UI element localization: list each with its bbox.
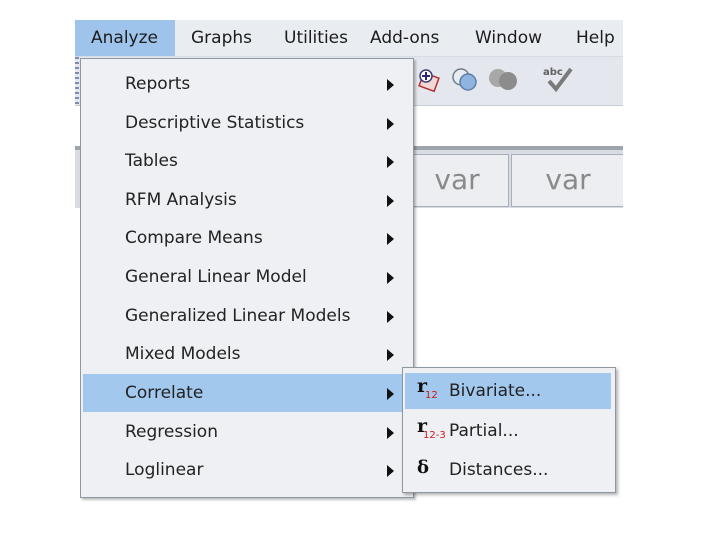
submenu-arrow-icon: [387, 427, 394, 439]
menu-item-label: RFM Analysis: [125, 190, 237, 210]
submenu-arrow-icon: [387, 118, 394, 130]
menu-item-correlate[interactable]: Correlate: [83, 374, 411, 412]
menu-item-regression[interactable]: Regression: [83, 413, 411, 451]
circles-icon[interactable]: [451, 67, 479, 93]
insert-cases-icon[interactable]: [415, 67, 441, 93]
submenu-arrow-icon: [387, 349, 394, 361]
r12-3-icon: r 12-3: [417, 415, 446, 441]
menu-item-label: Descriptive Statistics: [125, 113, 305, 133]
menu-analyze[interactable]: Analyze: [75, 20, 175, 56]
toolbar-grip: [75, 57, 79, 105]
submenu-arrow-icon: [387, 311, 394, 323]
menu-item-loglinear[interactable]: Loglinear: [83, 451, 411, 489]
menu-item-label: Tables: [125, 151, 178, 171]
submenu-arrow-icon: [387, 233, 394, 245]
menu-add-ons[interactable]: Add-ons: [370, 20, 439, 56]
menu-item-compare-means[interactable]: Compare Means: [83, 219, 411, 257]
delta-glyph: δ: [417, 457, 430, 478]
dark-circles-icon[interactable]: [488, 67, 520, 93]
submenu-arrow-icon: [387, 156, 394, 168]
menu-item-label: Mixed Models: [125, 344, 241, 364]
submenu-item-label: Bivariate...: [449, 381, 542, 401]
menu-item-label: Correlate: [125, 383, 204, 403]
menu-item-label: General Linear Model: [125, 267, 307, 287]
submenu-item-distances[interactable]: δ Distances...: [405, 452, 611, 488]
column-header[interactable]: var: [511, 154, 623, 207]
submenu-arrow-icon: [387, 195, 394, 207]
menu-item-rfm-analysis[interactable]: RFM Analysis: [83, 181, 411, 219]
menu-utilities[interactable]: Utilities: [284, 20, 348, 56]
submenu-item-partial[interactable]: r 12-3 Partial...: [405, 413, 611, 449]
spell-check-icon[interactable]: abc: [541, 63, 575, 95]
submenu-item-label: Partial...: [449, 421, 519, 441]
menu-graphs[interactable]: Graphs: [191, 20, 252, 56]
menu-item-label: Compare Means: [125, 228, 263, 248]
menu-item-label: Reports: [125, 74, 191, 94]
correlate-submenu: r 12 Bivariate... r 12-3 Partial... δ Dist…: [402, 367, 616, 493]
icon-subscript: 12: [425, 390, 438, 401]
delta-icon: δ: [413, 456, 447, 484]
submenu-arrow-icon: [387, 388, 394, 400]
submenu-arrow-icon: [387, 465, 394, 477]
r12-icon: r 12: [417, 375, 438, 401]
menu-bar: Analyze Graphs Utilities Add-ons Window …: [75, 20, 623, 57]
menu-item-label: Generalized Linear Models: [125, 306, 351, 326]
menu-item-descriptive-statistics[interactable]: Descriptive Statistics: [83, 104, 411, 142]
menu-window[interactable]: Window: [475, 20, 542, 56]
column-header[interactable]: var: [405, 154, 509, 207]
analyze-dropdown-menu: Reports Descriptive Statistics Tables RF…: [80, 58, 414, 498]
menu-item-label: Regression: [125, 422, 218, 442]
menu-item-reports[interactable]: Reports: [83, 65, 411, 103]
menu-help[interactable]: Help: [576, 20, 615, 56]
submenu-arrow-icon: [387, 79, 394, 91]
submenu-item-label: Distances...: [449, 460, 549, 480]
menu-item-tables[interactable]: Tables: [83, 142, 411, 180]
svg-text:abc: abc: [543, 67, 563, 78]
menu-item-general-linear-model[interactable]: General Linear Model: [83, 258, 411, 296]
submenu-arrow-icon: [387, 272, 394, 284]
submenu-item-bivariate[interactable]: r 12 Bivariate...: [405, 373, 611, 409]
menu-item-generalized-linear-models[interactable]: Generalized Linear Models: [83, 297, 411, 335]
icon-subscript: 12-3: [423, 430, 446, 441]
menu-item-label: Loglinear: [125, 460, 204, 480]
menu-item-mixed-models[interactable]: Mixed Models: [83, 335, 411, 373]
